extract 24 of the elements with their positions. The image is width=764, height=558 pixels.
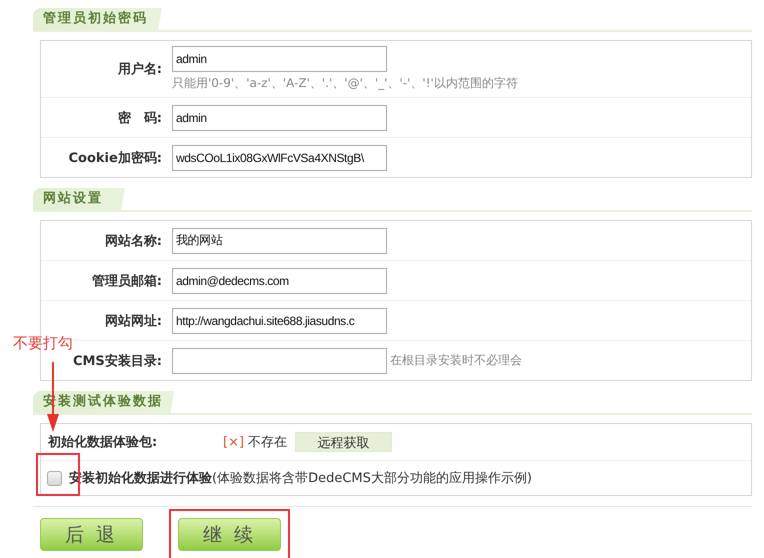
annotation-text: 不要打勾 <box>13 334 73 353</box>
hint-text: 只能用'0-9'、'a-z'、'A-Z'、'.'、'@'、'_'、'-'、'!'以内范围的字符 <box>172 75 518 92</box>
input-field[interactable] <box>172 348 387 374</box>
field-label: 密 码: <box>116 110 163 126</box>
input-field[interactable]: admin <box>172 104 387 130</box>
field-label: 初始化数据体验包: <box>48 434 158 451</box>
fetch-button[interactable]: 远程获取 <box>295 432 392 452</box>
field-label: Cookie加密码: <box>67 150 163 166</box>
input-field[interactable]: http://wangdachui.site688.jiasudns.c <box>172 308 387 334</box>
field-label: 管理员邮箱: <box>90 272 163 290</box>
input-field[interactable]: wdsCOoL1ix08GxWlFcVSa4XNStgB\ <box>172 144 387 170</box>
back-button[interactable]: 后 退 <box>40 518 143 551</box>
field-label: 网站名称: <box>104 232 163 250</box>
input-field[interactable]: admin <box>172 46 387 72</box>
continue-button[interactable]: 继 续 <box>178 518 281 551</box>
checkbox[interactable] <box>47 470 62 486</box>
hint-text: 在根目录安装时不必理会 <box>390 352 522 369</box>
field-label: 网站网址: <box>104 312 163 330</box>
status-mark: [×] <box>223 434 244 450</box>
input-field[interactable]: 我的网站 <box>172 228 387 254</box>
field-label: CMS安装目录: <box>72 352 163 370</box>
field-label: 用户名: <box>116 60 163 78</box>
input-field[interactable]: admin@dedecms.com <box>172 268 387 294</box>
status-text: 不存在 <box>248 434 288 451</box>
